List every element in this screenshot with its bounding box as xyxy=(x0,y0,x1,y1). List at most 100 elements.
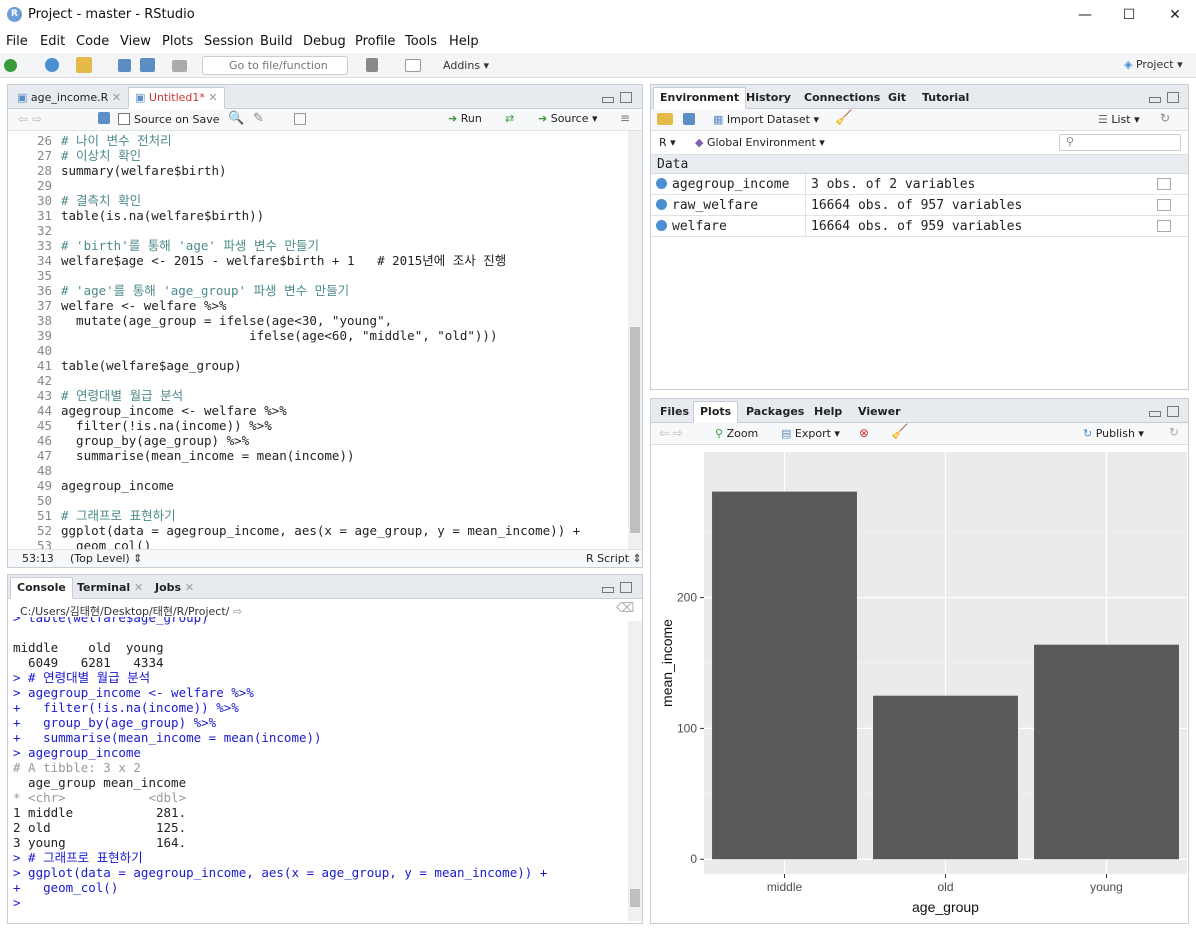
maximize-pane-icon[interactable] xyxy=(620,92,632,103)
save-icon[interactable] xyxy=(683,113,695,125)
scope-indicator[interactable]: (Top Level) ⇕ xyxy=(70,552,142,565)
new-file-icon[interactable] xyxy=(4,59,17,72)
code-line[interactable]: table(is.na(welfare$birth)) xyxy=(61,208,264,223)
close-tab-icon[interactable]: ✕ xyxy=(134,581,143,594)
code-line[interactable]: summarise(mean_income = mean(income)) xyxy=(61,448,354,463)
refresh-icon[interactable]: ↻ xyxy=(1160,111,1170,125)
close-tab-icon[interactable]: ✕ xyxy=(185,581,194,594)
menu-profile[interactable]: Profile xyxy=(355,34,395,49)
code-line[interactable]: # 이상치 확인 xyxy=(61,148,141,163)
environment-scope-menu[interactable]: ◆ Global Environment ▾ xyxy=(695,136,825,149)
magic-wand-icon[interactable]: ✎ xyxy=(253,111,264,126)
tab-history[interactable]: History xyxy=(739,87,798,109)
minimize-pane-icon[interactable] xyxy=(602,587,614,593)
tab-tutorial[interactable]: Tutorial xyxy=(915,87,976,109)
search-icon[interactable]: 🔍 xyxy=(228,111,244,126)
code-line[interactable]: # 'birth'를 통해 'age' 파생 변수 만들기 xyxy=(61,238,319,253)
code-line[interactable]: ifelse(age<60, "middle", "old"))) xyxy=(61,328,497,343)
tab-plots[interactable]: Plots xyxy=(693,401,739,423)
tab-age-income[interactable]: ▣ age_income.R ✕ xyxy=(10,87,128,109)
publish-button[interactable]: ↻ Publish ▾ xyxy=(1083,427,1144,440)
menu-help[interactable]: Help xyxy=(449,34,479,49)
console-scrollbar[interactable] xyxy=(628,621,642,921)
menu-session[interactable]: Session xyxy=(204,34,254,49)
save-icon[interactable] xyxy=(118,59,131,72)
env-search-input[interactable]: ⚲ xyxy=(1059,134,1181,151)
file-type-indicator[interactable]: R Script ⇕ xyxy=(586,552,642,565)
minimize-pane-icon[interactable] xyxy=(1149,411,1161,417)
close-tab-icon[interactable]: ✕ xyxy=(208,91,217,104)
code-line[interactable]: welfare <- welfare %>% xyxy=(61,298,227,313)
maximize-pane-icon[interactable] xyxy=(1167,406,1179,417)
project-menu[interactable]: ◈ Project ▾ xyxy=(1124,58,1183,71)
tab-terminal[interactable]: Terminal ✕ xyxy=(70,577,150,599)
zoom-button[interactable]: ⚲ Zoom xyxy=(715,427,758,440)
new-project-icon[interactable] xyxy=(45,58,59,72)
import-dataset-button[interactable]: ▦ Import Dataset ▾ xyxy=(713,113,819,126)
code-line[interactable]: mutate(age_group = ifelse(age<30, "young… xyxy=(61,313,392,328)
code-area[interactable]: 26 # 나이 변수 전처리 27 # 이상치 확인 28 summary(welfare… xyxy=(8,131,628,549)
menu-edit[interactable]: Edit xyxy=(40,34,65,49)
rerun-icon[interactable]: ⇄ xyxy=(505,112,514,125)
view-table-icon[interactable] xyxy=(1157,220,1171,232)
tab-git[interactable]: Git xyxy=(881,87,913,109)
export-button[interactable]: ▤ Export ▾ xyxy=(781,427,840,440)
save-icon[interactable] xyxy=(98,112,110,124)
code-line[interactable]: table(welfare$age_group) xyxy=(61,358,242,373)
menu-debug[interactable]: Debug xyxy=(303,34,346,49)
minimize-pane-icon[interactable] xyxy=(602,97,614,103)
console-output[interactable]: > table(welfare$age_group) middle old you… xyxy=(13,617,625,919)
back-arrow-icon[interactable]: ⇦ ⇨ xyxy=(18,112,42,126)
scrollbar-thumb[interactable] xyxy=(630,889,640,907)
menu-code[interactable]: Code xyxy=(76,34,109,49)
minimize-button[interactable]: — xyxy=(1074,5,1096,25)
tab-jobs[interactable]: Jobs ✕ xyxy=(148,577,201,599)
tab-help[interactable]: Help xyxy=(807,401,849,423)
remove-plot-icon[interactable]: ⊗ xyxy=(859,426,869,440)
editor-scrollbar[interactable] xyxy=(628,131,642,549)
print-icon[interactable] xyxy=(172,60,187,72)
previous-plot-icon[interactable]: ⇦ ⇨ xyxy=(659,426,683,440)
maximize-pane-icon[interactable] xyxy=(1167,92,1179,103)
tab-viewer[interactable]: Viewer xyxy=(851,401,908,423)
code-line[interactable]: geom_col() xyxy=(61,538,151,549)
menu-file[interactable]: File xyxy=(6,34,28,49)
code-line[interactable]: agegroup_income xyxy=(61,478,174,493)
refresh-icon[interactable]: ↻ xyxy=(1169,425,1179,439)
source-on-save-checkbox[interactable] xyxy=(118,113,130,125)
language-menu[interactable]: R ▾ xyxy=(659,136,676,149)
tab-files[interactable]: Files xyxy=(653,401,696,423)
broom-icon[interactable]: 🧹 xyxy=(891,424,908,440)
code-line[interactable]: # 그래프로 표현하기 xyxy=(61,508,176,523)
env-row[interactable]: welfare 16664 obs. of 959 variables xyxy=(651,216,1188,237)
code-line[interactable]: ggplot(data = agegroup_income, aes(x = a… xyxy=(61,523,580,538)
code-line[interactable]: summary(welfare$birth) xyxy=(61,163,227,178)
code-line[interactable]: # 나이 변수 전처리 xyxy=(61,133,172,148)
view-table-icon[interactable] xyxy=(1157,199,1171,211)
goto-file-input[interactable]: Go to file/function xyxy=(202,56,348,75)
tab-packages[interactable]: Packages xyxy=(739,401,811,423)
source-button[interactable]: ➜ Source ▾ xyxy=(538,112,598,125)
close-button[interactable]: ✕ xyxy=(1164,5,1186,25)
tab-environment[interactable]: Environment xyxy=(653,87,747,109)
code-line[interactable]: filter(!is.na(income)) %>% xyxy=(61,418,272,433)
menu-tools[interactable]: Tools xyxy=(405,34,437,49)
maximize-pane-icon[interactable] xyxy=(620,582,632,593)
minimize-pane-icon[interactable] xyxy=(1149,97,1161,103)
save-all-icon[interactable] xyxy=(140,58,155,72)
menu-plots[interactable]: Plots xyxy=(162,34,193,49)
align-icon[interactable]: ≡ xyxy=(620,111,630,125)
menu-build[interactable]: Build xyxy=(260,34,293,49)
clear-console-icon[interactable]: ⌫ xyxy=(616,601,634,616)
build-tools-icon[interactable] xyxy=(366,58,378,72)
env-row[interactable]: agegroup_income 3 obs. of 2 variables xyxy=(651,174,1188,195)
code-line[interactable]: agegroup_income <- welfare %>% xyxy=(61,403,287,418)
tab-console[interactable]: Console xyxy=(10,577,73,599)
run-button[interactable]: ➜ Run xyxy=(448,112,482,125)
code-line[interactable]: # 연령대별 월급 분석 xyxy=(61,388,183,403)
view-table-icon[interactable] xyxy=(1157,178,1171,190)
env-row[interactable]: raw_welfare 16664 obs. of 957 variables xyxy=(651,195,1188,216)
tab-untitled1[interactable]: ▣ Untitled1* ✕ xyxy=(128,87,225,109)
document-outline-icon[interactable] xyxy=(294,113,306,125)
code-line[interactable]: group_by(age_group) %>% xyxy=(61,433,249,448)
